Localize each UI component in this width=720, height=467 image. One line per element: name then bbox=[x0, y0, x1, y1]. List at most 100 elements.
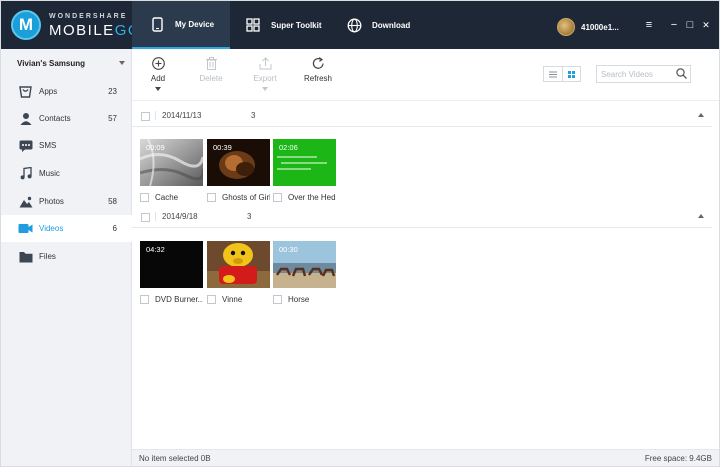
chevron-down-icon bbox=[262, 87, 268, 91]
close-button[interactable]: ✕ bbox=[699, 18, 713, 32]
brand-company: WONDERSHARE bbox=[49, 13, 128, 20]
search-input[interactable] bbox=[597, 66, 671, 82]
logo-mark-icon: M bbox=[11, 10, 41, 40]
video-duration: 00:09 bbox=[146, 143, 165, 152]
sidebar-item-label: SMS bbox=[39, 141, 57, 150]
status-bar: No item selected 0B Free space: 9.4GB bbox=[132, 449, 719, 466]
sidebar-item-count: 57 bbox=[108, 114, 117, 123]
sidebar-item-contacts[interactable]: Contacts 57 bbox=[1, 105, 132, 132]
video-thumbnail: 00:39 bbox=[207, 139, 270, 186]
refresh-icon bbox=[296, 56, 340, 71]
video-duration: 00:39 bbox=[213, 143, 232, 152]
photos-icon bbox=[18, 195, 33, 209]
export-button[interactable]: Export bbox=[243, 56, 287, 91]
sidebar-item-label: Apps bbox=[39, 87, 58, 96]
search-icon[interactable] bbox=[676, 68, 687, 81]
selection-status: No item selected 0B bbox=[139, 454, 211, 463]
video-title: Cache bbox=[155, 192, 179, 202]
tab-label: My Device bbox=[175, 19, 215, 29]
tab-my-device[interactable]: My Device bbox=[132, 1, 230, 49]
group-select-checkbox[interactable] bbox=[141, 213, 150, 222]
sidebar-item-apps[interactable]: Apps 23 bbox=[1, 78, 132, 105]
contacts-icon bbox=[18, 112, 33, 126]
video-checkbox[interactable] bbox=[140, 294, 149, 304]
tab-super-toolkit[interactable]: Super Toolkit bbox=[230, 1, 331, 49]
sms-icon bbox=[18, 139, 33, 153]
device-name: 41000e1... bbox=[581, 22, 619, 32]
tab-download[interactable]: Download bbox=[331, 1, 431, 49]
collapse-icon[interactable] bbox=[698, 113, 704, 117]
video-label-row: Horse bbox=[273, 294, 336, 304]
sidebar-item-music[interactable]: Music bbox=[1, 160, 132, 187]
sidebar-item-label: Contacts bbox=[39, 114, 71, 123]
group-select-checkbox[interactable] bbox=[141, 112, 150, 121]
video-label-row: Ghosts of Girl... bbox=[207, 192, 270, 202]
sidebar: Vivian's Samsung Apps 23 Contacts 57 SMS… bbox=[1, 49, 132, 466]
connected-device[interactable]: 41000e1... bbox=[557, 18, 619, 36]
plus-circle-icon bbox=[136, 56, 180, 71]
delete-label: Delete bbox=[199, 74, 223, 83]
video-checkbox[interactable] bbox=[207, 294, 216, 304]
trash-icon bbox=[189, 56, 233, 71]
video-thumbnail bbox=[207, 241, 270, 288]
search-box bbox=[596, 65, 691, 83]
minimize-button[interactable]: − bbox=[667, 18, 681, 32]
apps-icon bbox=[18, 85, 33, 99]
video-checkbox[interactable] bbox=[273, 294, 282, 304]
video-duration: 04:32 bbox=[146, 245, 165, 254]
video-thumbnail: 04:32 bbox=[140, 241, 203, 288]
video-group-header: 2014/9/18 3 bbox=[132, 208, 712, 228]
video-label-row: Over the Hed... bbox=[273, 192, 336, 202]
video-checkbox[interactable] bbox=[140, 192, 149, 202]
video-item[interactable]: Vinne bbox=[207, 241, 270, 305]
tab-label: Download bbox=[372, 20, 411, 30]
sidebar-item-sms[interactable]: SMS bbox=[1, 132, 132, 159]
video-item[interactable]: 00:30 Horse bbox=[273, 241, 336, 305]
maximize-button[interactable]: □ bbox=[683, 18, 697, 32]
video-item[interactable]: 00:09 Cache bbox=[140, 139, 203, 203]
app-logo: M WONDERSHARE MOBILEGO bbox=[11, 10, 140, 42]
export-label: Export bbox=[253, 74, 277, 83]
video-title: DVD Burner... bbox=[155, 294, 203, 304]
files-icon bbox=[18, 250, 33, 264]
collapse-icon[interactable] bbox=[698, 214, 704, 218]
menu-button[interactable]: ≡ bbox=[642, 18, 656, 32]
delete-button[interactable]: Delete bbox=[189, 56, 233, 83]
video-thumbnail: 02:06 bbox=[273, 139, 336, 186]
globe-icon bbox=[346, 17, 362, 33]
video-item[interactable]: 04:32 DVD Burner... bbox=[140, 241, 203, 305]
video-title: Vinne bbox=[222, 294, 243, 304]
video-checkbox[interactable] bbox=[273, 192, 282, 202]
video-duration: 02:06 bbox=[279, 143, 298, 152]
video-checkbox[interactable] bbox=[207, 192, 216, 202]
tab-label: Super Toolkit bbox=[271, 20, 322, 30]
refresh-button[interactable]: Refresh bbox=[296, 56, 340, 83]
group-date: 2014/11/13 bbox=[155, 111, 201, 120]
title-bar: M WONDERSHARE MOBILEGO My Device Super T… bbox=[1, 1, 719, 49]
sidebar-item-videos[interactable]: Videos 6 bbox=[1, 215, 132, 242]
view-toggle bbox=[543, 66, 581, 82]
video-label-row: Vinne bbox=[207, 294, 270, 304]
sidebar-item-photos[interactable]: Photos 58 bbox=[1, 188, 132, 215]
add-button[interactable]: Add bbox=[136, 56, 180, 91]
video-title: Over the Hed... bbox=[288, 192, 336, 202]
video-title: Ghosts of Girl... bbox=[222, 192, 270, 202]
device-selector[interactable]: Vivian's Samsung bbox=[1, 49, 132, 77]
sidebar-item-label: Files bbox=[39, 252, 56, 261]
video-thumbnail: 00:30 bbox=[273, 241, 336, 288]
videos-icon bbox=[18, 222, 33, 236]
video-label-row: Cache bbox=[140, 192, 203, 202]
sidebar-item-files[interactable]: Files bbox=[1, 243, 132, 270]
phone-icon bbox=[149, 16, 165, 32]
grid-view-icon[interactable] bbox=[561, 67, 581, 81]
device-selector-label: Vivian's Samsung bbox=[17, 58, 86, 68]
list-view-icon[interactable] bbox=[544, 67, 562, 81]
video-item[interactable]: 00:39 Ghosts of Girl... bbox=[207, 139, 270, 203]
video-item[interactable]: 02:06 Over the Hed... bbox=[273, 139, 336, 203]
free-space: Free space: 9.4GB bbox=[644, 454, 712, 463]
video-title: Horse bbox=[288, 294, 310, 304]
device-avatar bbox=[557, 18, 575, 36]
music-icon bbox=[18, 167, 33, 181]
video-thumbnail: 00:09 bbox=[140, 139, 203, 186]
video-label-row: DVD Burner... bbox=[140, 294, 203, 304]
